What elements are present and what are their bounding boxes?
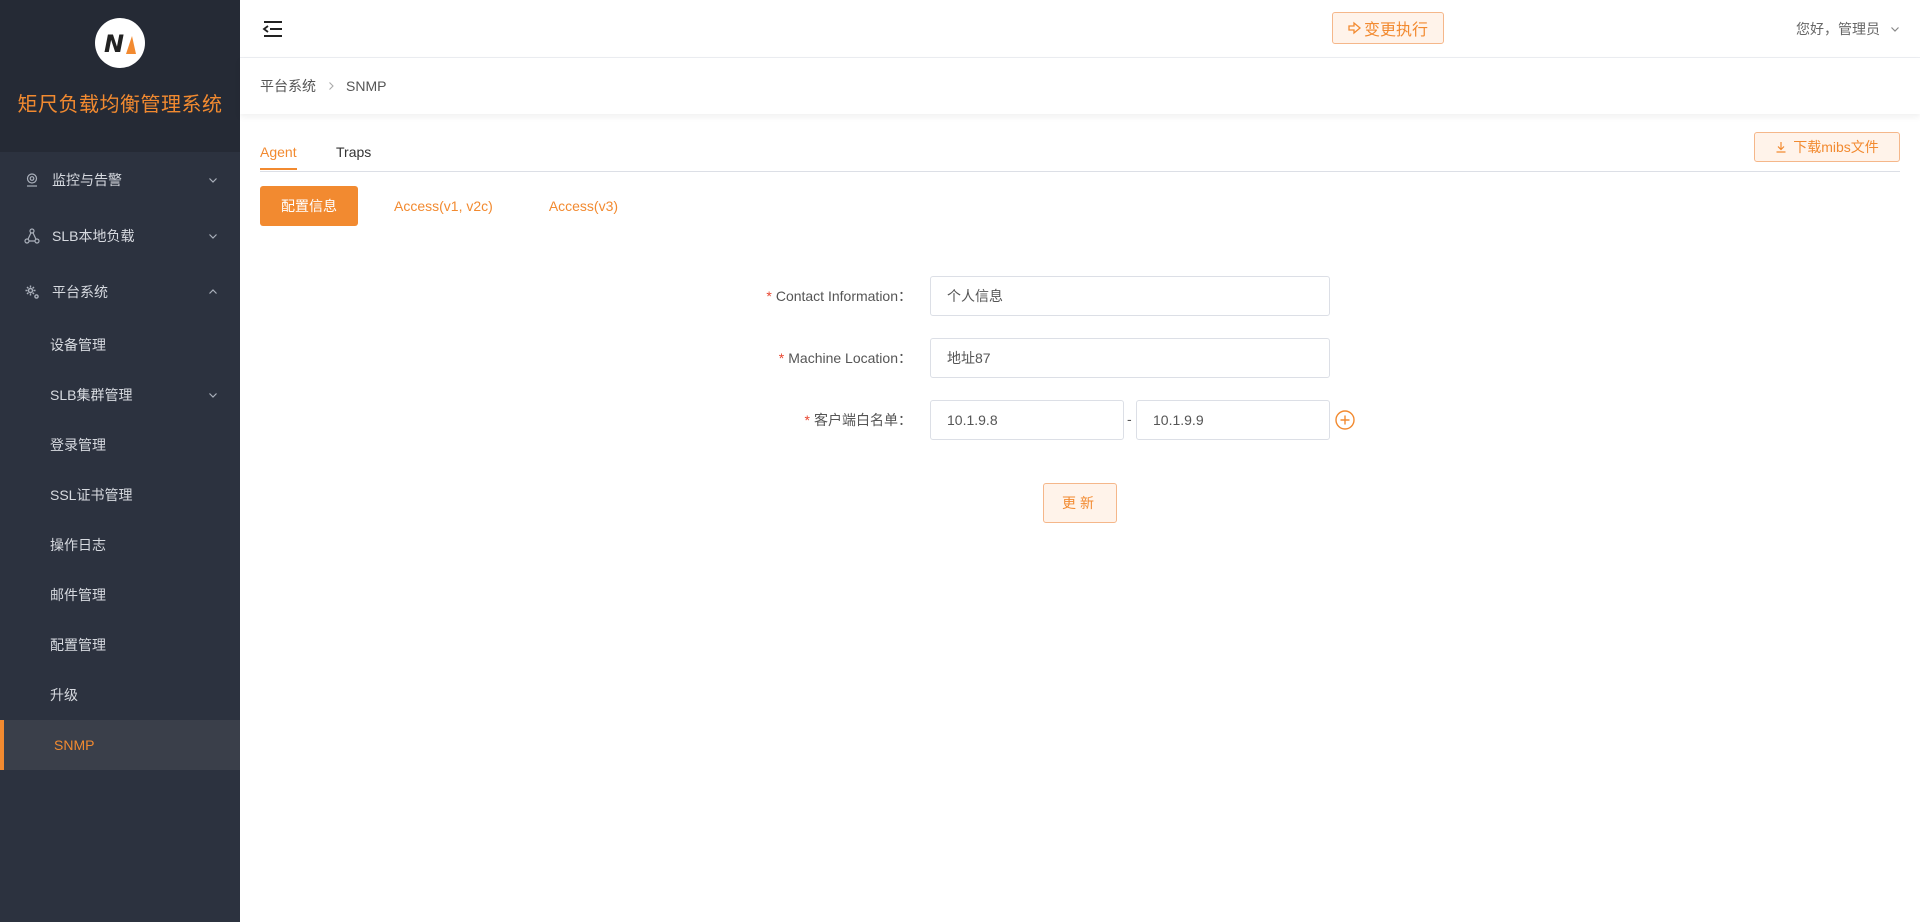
svg-text:N: N	[104, 30, 124, 58]
brand: N 矩尺负载均衡管理系统	[0, 0, 240, 152]
sidebar-item-label: SNMP	[54, 737, 95, 753]
sidebar-item-login[interactable]: 登录管理	[0, 420, 240, 470]
sidebar-item-label: SLB集群管理	[50, 387, 133, 403]
contact-label: * Contact Information：	[766, 288, 912, 304]
chevron-right-icon	[326, 81, 336, 91]
download-icon	[1776, 142, 1786, 153]
sidebar-item-label: 邮件管理	[50, 587, 106, 603]
sidebar-group-platform[interactable]: 平台系统	[0, 264, 240, 320]
breadcrumb-item: SNMP	[346, 78, 387, 94]
network-nodes-icon	[24, 228, 40, 244]
subtab-access-v1v2c[interactable]: Access(v1, v2c)	[394, 186, 493, 226]
subtab-config-info[interactable]: 配置信息	[260, 186, 358, 226]
location-input[interactable]: 地址87	[930, 338, 1330, 378]
whitelist-row: * 客户端白名单：	[600, 400, 912, 440]
sidebar-menu: 监控与告警 SLB本地负载 平台系统 设备管理 SLB集群管理 登录管理 SSL…	[0, 152, 240, 770]
tab-agent[interactable]: Agent	[260, 144, 297, 170]
change-execute-label: 变更执行	[1363, 22, 1428, 39]
sidebar-group-label: 监控与告警	[52, 172, 122, 188]
location-pin-icon	[24, 172, 40, 188]
sidebar-item-label: 升级	[50, 687, 78, 703]
user-greeting: 您好，管理员	[1796, 21, 1880, 37]
app-logo: N	[95, 18, 145, 68]
whitelist-end-input[interactable]: 10.1.9.9	[1136, 400, 1330, 440]
update-button[interactable]: 更新	[1043, 483, 1117, 523]
sidebar-item-mail[interactable]: 邮件管理	[0, 570, 240, 620]
subtab-access-v3[interactable]: Access(v3)	[549, 186, 618, 226]
breadcrumb-item[interactable]: 平台系统	[260, 76, 316, 96]
required-mark: *	[804, 412, 810, 428]
sidebar-item-snmp[interactable]: SNMP	[0, 720, 240, 770]
tab-traps[interactable]: Traps	[336, 144, 371, 170]
sidebar-group-label: SLB本地负载	[52, 228, 135, 244]
sidebar-item-ssl[interactable]: SSL证书管理	[0, 470, 240, 520]
user-menu[interactable]: 您好，管理员	[1796, 19, 1900, 39]
sidebar: N 矩尺负载均衡管理系统 监控与告警 SLB本地负载 平台系统 设备管理 SLB…	[0, 0, 240, 922]
whitelist-label: * 客户端白名单：	[804, 412, 912, 428]
collapse-menu-icon[interactable]	[262, 19, 284, 39]
download-mibs-label: 下载mibs文件	[1793, 139, 1879, 155]
sidebar-item-upgrade[interactable]: 升级	[0, 670, 240, 720]
contact-input[interactable]: 个人信息	[930, 276, 1330, 316]
sidebar-group-slb-local[interactable]: SLB本地负载	[0, 208, 240, 264]
gear-icon	[24, 284, 40, 300]
sidebar-item-label: 登录管理	[50, 437, 106, 453]
sidebar-group-monitoring[interactable]: 监控与告警	[0, 152, 240, 208]
chevron-up-icon	[209, 289, 217, 294]
app-title: 矩尺负载均衡管理系统	[17, 94, 223, 116]
sidebar-item-label: 配置管理	[50, 637, 106, 653]
chevron-down-icon	[209, 393, 217, 398]
chevron-down-icon	[209, 178, 217, 183]
sidebar-group-label: 平台系统	[52, 284, 108, 300]
sidebar-item-label: 设备管理	[50, 337, 106, 353]
sidebar-item-label: SSL证书管理	[50, 487, 133, 503]
sidebar-item-config[interactable]: 配置管理	[0, 620, 240, 670]
sidebar-item-device[interactable]: 设备管理	[0, 320, 240, 370]
breadcrumb: 平台系统 SNMP	[240, 58, 1920, 114]
download-mibs-button[interactable]: 下载mibs文件	[1754, 132, 1900, 162]
change-execute-button[interactable]: 变更执行	[1332, 12, 1444, 44]
contact-row: * Contact Information：	[600, 276, 912, 316]
sidebar-item-label: 操作日志	[50, 537, 106, 553]
location-row: * Machine Location：	[600, 338, 912, 378]
chevron-down-icon	[1891, 27, 1899, 32]
required-mark: *	[766, 288, 772, 304]
range-separator: -	[1127, 411, 1132, 427]
arrow-right-icon	[1348, 21, 1361, 35]
top-header: 变更执行 您好，管理员	[240, 0, 1920, 58]
sidebar-item-slb-cluster[interactable]: SLB集群管理	[0, 370, 240, 420]
location-label: * Machine Location：	[778, 350, 912, 366]
snmp-tabs: Agent Traps	[260, 130, 1900, 172]
chevron-down-icon	[209, 234, 217, 239]
sidebar-item-oplog[interactable]: 操作日志	[0, 520, 240, 570]
agent-subtabs: 配置信息 Access(v1, v2c) Access(v3)	[260, 186, 618, 226]
whitelist-start-input[interactable]: 10.1.9.8	[930, 400, 1124, 440]
add-circle-icon[interactable]	[1335, 410, 1355, 430]
required-mark: *	[778, 350, 785, 366]
